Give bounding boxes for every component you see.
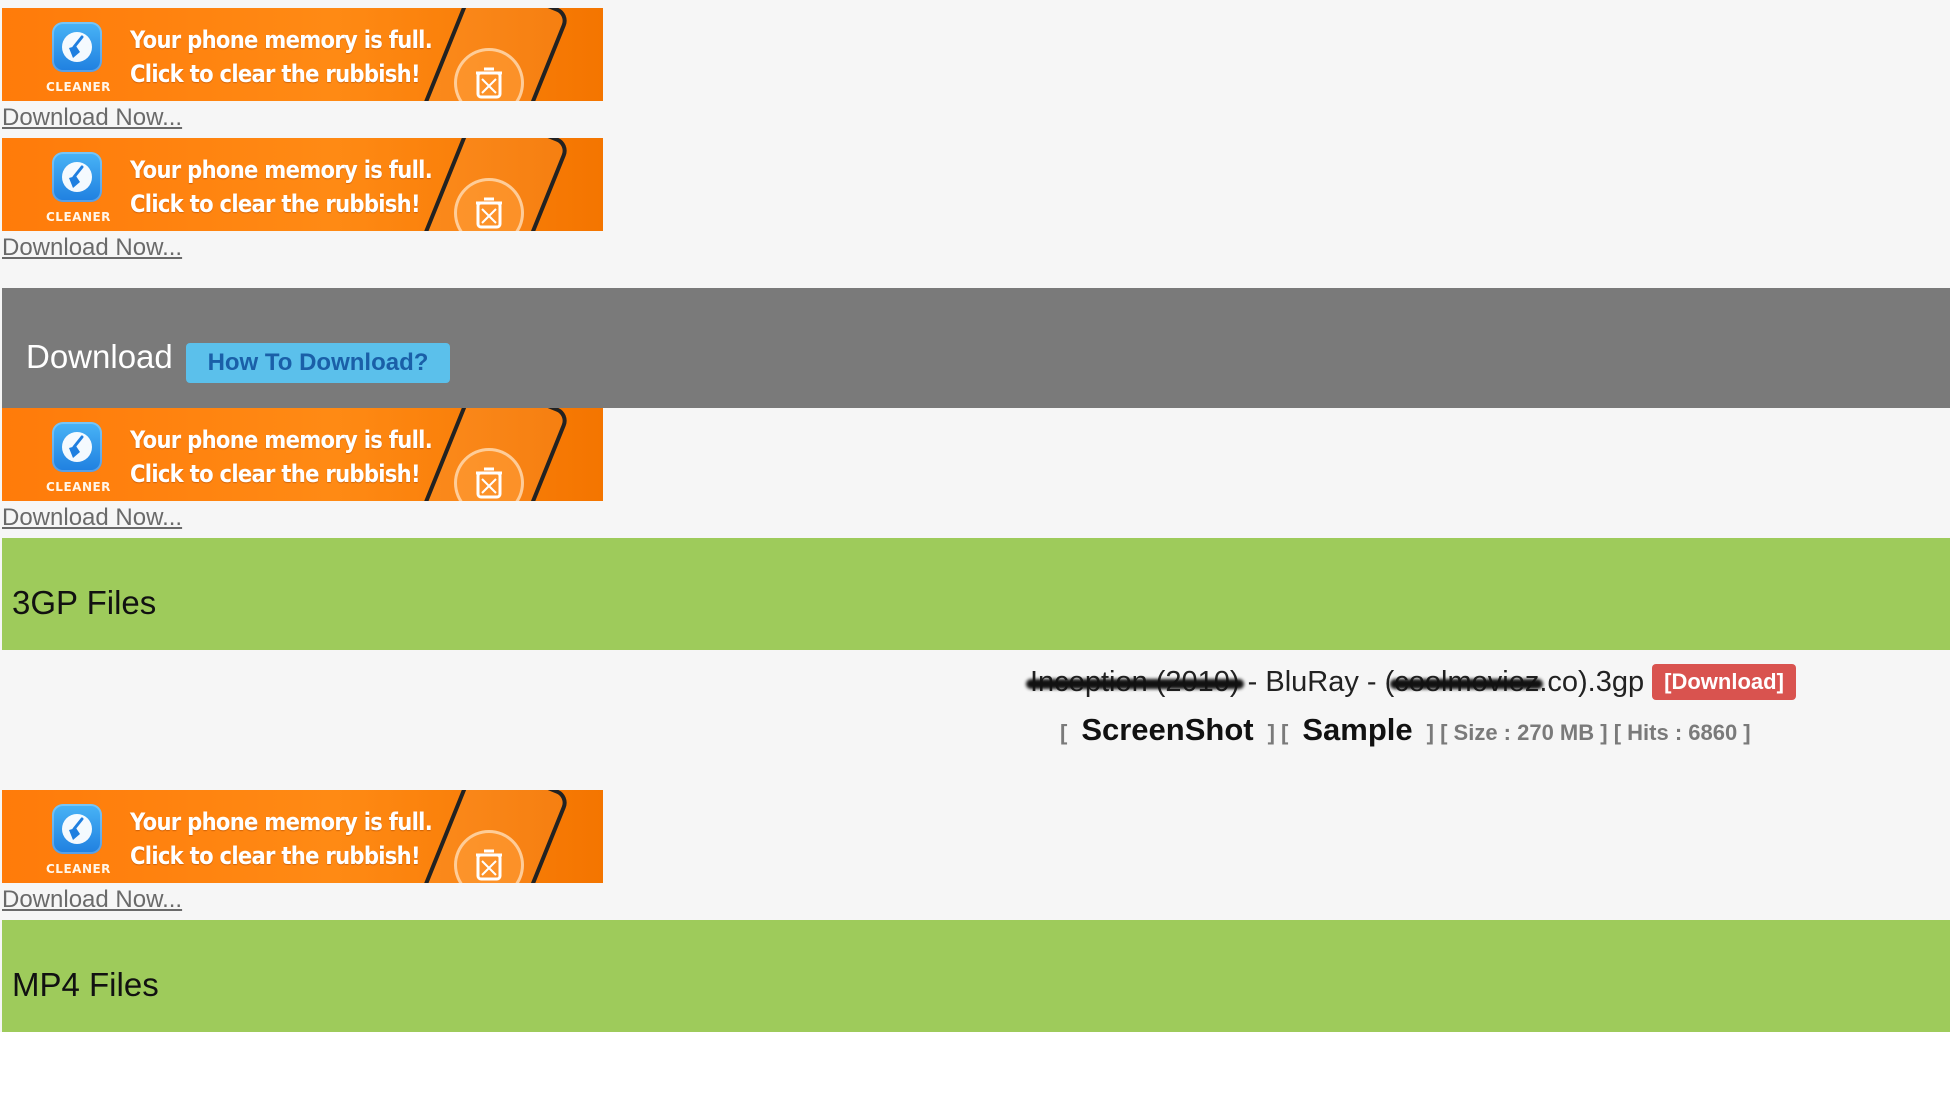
ad-brand-label: CLEANER bbox=[46, 862, 111, 876]
redacted-site: coolmoviez bbox=[1394, 665, 1540, 698]
ad-headline: Your phone memory is full. bbox=[130, 808, 433, 836]
download-title: Download bbox=[26, 338, 173, 375]
sample-link[interactable]: Sample bbox=[1302, 712, 1412, 747]
cleaner-ad-banner-4[interactable]: CLEANER Your phone memory is full. Click… bbox=[2, 790, 603, 883]
cleaner-ad-banner-1[interactable]: CLEANER Your phone memory is full. Click… bbox=[2, 8, 603, 101]
ad-subline: Click to clear the rubbish! bbox=[130, 60, 421, 88]
ad-subline: Click to clear the rubbish! bbox=[130, 842, 421, 870]
ad-headline: Your phone memory is full. bbox=[130, 26, 433, 54]
how-to-download-button[interactable]: How To Download? bbox=[186, 343, 450, 383]
ad-download-link-1[interactable]: Download Now... bbox=[2, 104, 182, 132]
cleaner-ad-banner-2[interactable]: CLEANER Your phone memory is full. Click… bbox=[2, 138, 603, 231]
ad-headline: Your phone memory is full. bbox=[130, 426, 433, 454]
bracket-open: [ bbox=[1060, 720, 1068, 745]
page-background: CLEANER Your phone memory is full. Click… bbox=[0, 0, 1950, 1032]
broom-cleaner-icon bbox=[52, 152, 102, 202]
section-3gp-files: 3GP Files bbox=[2, 538, 1950, 650]
ad-download-link-2[interactable]: Download Now... bbox=[2, 234, 182, 262]
file-name-middle: - BluRay - ( bbox=[1239, 665, 1395, 698]
ad-brand-label: CLEANER bbox=[46, 480, 111, 494]
ad-brand-label: CLEANER bbox=[46, 80, 111, 94]
file-meta: [ScreenShot] [Sample] [ Size : 270 MB ] … bbox=[1060, 712, 1751, 748]
file-download-button[interactable]: [Download] bbox=[1652, 664, 1796, 700]
ad-download-link-4[interactable]: Download Now... bbox=[2, 886, 182, 914]
ad-subline: Click to clear the rubbish! bbox=[130, 460, 421, 488]
ad-headline: Your phone memory is full. bbox=[130, 156, 433, 184]
section-mp4-title: MP4 Files bbox=[12, 966, 159, 1003]
redacted-title: Inception (2010) bbox=[1030, 665, 1240, 698]
section-3gp-title: 3GP Files bbox=[12, 584, 157, 621]
section-mp4-files: MP4 Files bbox=[2, 920, 1950, 1032]
bracket-mid: ] [ bbox=[1267, 720, 1289, 745]
file-name[interactable]: Inception (2010) - BluRay - (coolmoviez.… bbox=[1030, 666, 1644, 698]
ad-subline: Click to clear the rubbish! bbox=[130, 190, 421, 218]
file-size: ] [ Size : 270 MB ] bbox=[1426, 720, 1608, 745]
broom-cleaner-icon bbox=[52, 422, 102, 472]
file-name-ext: .co).3gp bbox=[1539, 665, 1645, 698]
cleaner-ad-banner-3[interactable]: CLEANER Your phone memory is full. Click… bbox=[2, 408, 603, 501]
file-hits: [ Hits : 6860 ] bbox=[1613, 720, 1751, 745]
broom-cleaner-icon bbox=[52, 22, 102, 72]
file-entry: Inception (2010) - BluRay - (coolmoviez.… bbox=[1030, 664, 1796, 704]
screenshot-link[interactable]: ScreenShot bbox=[1081, 712, 1253, 747]
broom-cleaner-icon bbox=[52, 804, 102, 854]
download-header: Download How To Download? bbox=[2, 288, 1950, 408]
ad-brand-label: CLEANER bbox=[46, 210, 111, 224]
ad-download-link-3[interactable]: Download Now... bbox=[2, 504, 182, 532]
